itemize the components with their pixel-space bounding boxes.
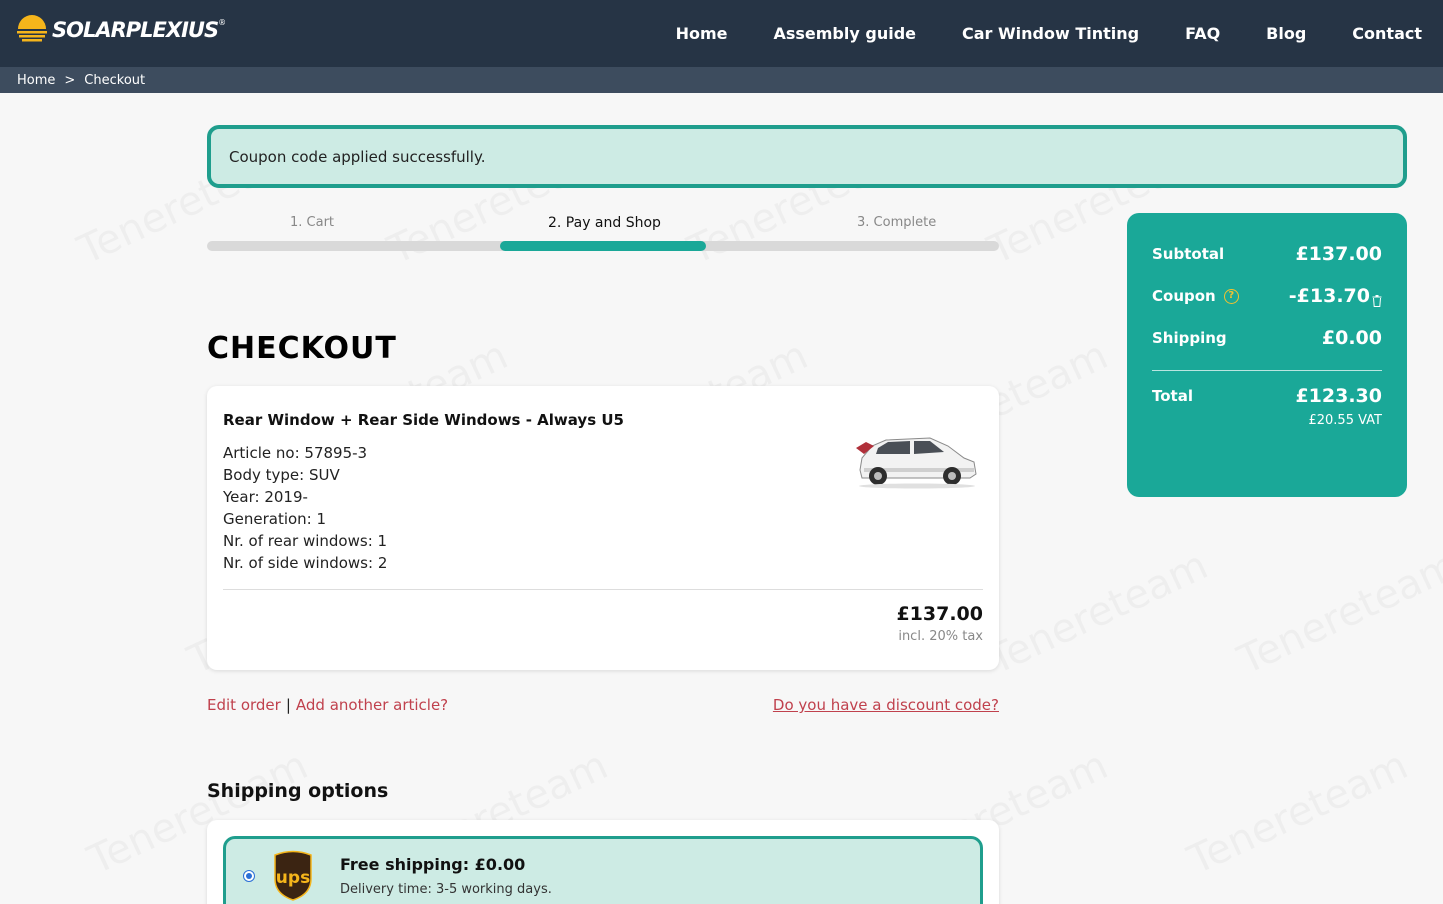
ups-logo: ups: [274, 850, 312, 901]
car-image: [856, 437, 977, 489]
summary-divider: [1152, 370, 1382, 371]
order-links: Edit order | Add another article? Do you h…: [207, 696, 999, 714]
coupon-success-alert: Coupon code applied successfully.: [207, 125, 1407, 188]
edit-order-link[interactable]: Edit order: [207, 696, 281, 714]
shipping-label: Shipping: [1152, 329, 1227, 347]
item-spec-body-type: Body type: SUV: [223, 466, 340, 484]
nav-car-window-tinting[interactable]: Car Window Tinting: [962, 24, 1139, 43]
item-spec-generation: Generation: 1: [223, 510, 327, 528]
help-icon[interactable]: ?: [1223, 289, 1239, 304]
steps-progress-fill: [500, 241, 706, 251]
svg-text:ups: ups: [276, 868, 310, 888]
brand-name: SOLARPLEXIUS: [52, 18, 219, 42]
breadcrumb: Home > Checkout: [0, 67, 1443, 93]
nav-home[interactable]: Home: [676, 24, 728, 43]
shipping-option-free[interactable]: ups Free shipping: £0.00 Delivery time: …: [223, 836, 983, 904]
links-separator: |: [285, 696, 291, 714]
item-specs: Article no: 57895-3 Body type: SUV Year:…: [223, 442, 387, 574]
subtotal-label: Subtotal: [1152, 245, 1225, 263]
shipping-value: £0.00: [1321, 327, 1382, 349]
trash-icon[interactable]: [1372, 295, 1382, 307]
total-value: £123.30: [1295, 385, 1382, 407]
nav-blog[interactable]: Blog: [1266, 24, 1306, 43]
order-summary: Subtotal £137.00 Coupon? -£13.70 Shippin…: [1127, 213, 1407, 497]
add-article-link[interactable]: Add another article?: [296, 696, 448, 714]
alert-message: Coupon code applied successfully.: [229, 147, 486, 166]
brand-logo[interactable]: SOLARPLEXIUS ®: [16, 14, 226, 46]
order-item-card: Rear Window + Rear Side Windows - Always…: [207, 386, 999, 670]
shipping-option-name: Free shipping: £0.00: [340, 855, 526, 874]
sun-logo-icon: [17, 15, 47, 42]
summary-total-row: Total £123.30 £20.55 VAT: [1152, 385, 1382, 435]
item-divider: [223, 589, 983, 590]
step-cart[interactable]: 1. Cart: [290, 215, 334, 230]
breadcrumb-current: Checkout: [84, 72, 146, 88]
shipping-options-card: ups Free shipping: £0.00 Delivery time: …: [207, 820, 999, 904]
coupon-value: -£13.70: [1288, 285, 1370, 307]
item-title: Rear Window + Rear Side Windows - Always…: [223, 411, 624, 429]
brand-registered-mark: ®: [218, 17, 227, 27]
breadcrumb-home[interactable]: Home: [17, 73, 55, 88]
item-price: £137.00: [896, 603, 983, 625]
item-spec-rear-windows: Nr. of rear windows: 1: [223, 532, 388, 550]
page-title: CHECKOUT: [207, 331, 397, 366]
main-nav: Home Assembly guide Car Window Tinting F…: [651, 0, 1443, 67]
shipping-option-delivery: Delivery time: 3-5 working days.: [340, 882, 552, 897]
total-vat: £20.55 VAT: [1308, 413, 1382, 428]
site-header: SOLARPLEXIUS ® Home Assembly guide Car W…: [0, 0, 1443, 67]
breadcrumb-separator: >: [64, 72, 76, 88]
item-spec-year: Year: 2019-: [223, 488, 308, 506]
nav-faq[interactable]: FAQ: [1185, 24, 1220, 43]
coupon-label-wrap: Coupon?: [1152, 287, 1239, 305]
shipping-options-title: Shipping options: [207, 780, 389, 802]
step-complete: 3. Complete: [857, 215, 937, 230]
nav-assembly-guide[interactable]: Assembly guide: [773, 24, 916, 43]
total-label: Total: [1152, 387, 1193, 405]
item-tax-note: incl. 20% tax: [898, 629, 983, 644]
item-spec-side-windows: Nr. of side windows: 2: [223, 554, 388, 572]
coupon-label: Coupon: [1152, 287, 1216, 305]
summary-subtotal-row: Subtotal £137.00: [1152, 243, 1382, 273]
summary-shipping-row: Shipping £0.00: [1152, 327, 1382, 357]
shipping-radio-selected[interactable]: [243, 870, 255, 882]
nav-contact[interactable]: Contact: [1352, 24, 1422, 43]
discount-code-link[interactable]: Do you have a discount code?: [773, 696, 999, 714]
subtotal-value: £137.00: [1295, 243, 1382, 265]
summary-coupon-row: Coupon? -£13.70: [1152, 285, 1382, 315]
steps-progress-track: [207, 241, 999, 251]
item-spec-article: Article no: 57895-3: [223, 444, 368, 462]
step-pay-and-shop: 2. Pay and Shop: [548, 215, 661, 231]
